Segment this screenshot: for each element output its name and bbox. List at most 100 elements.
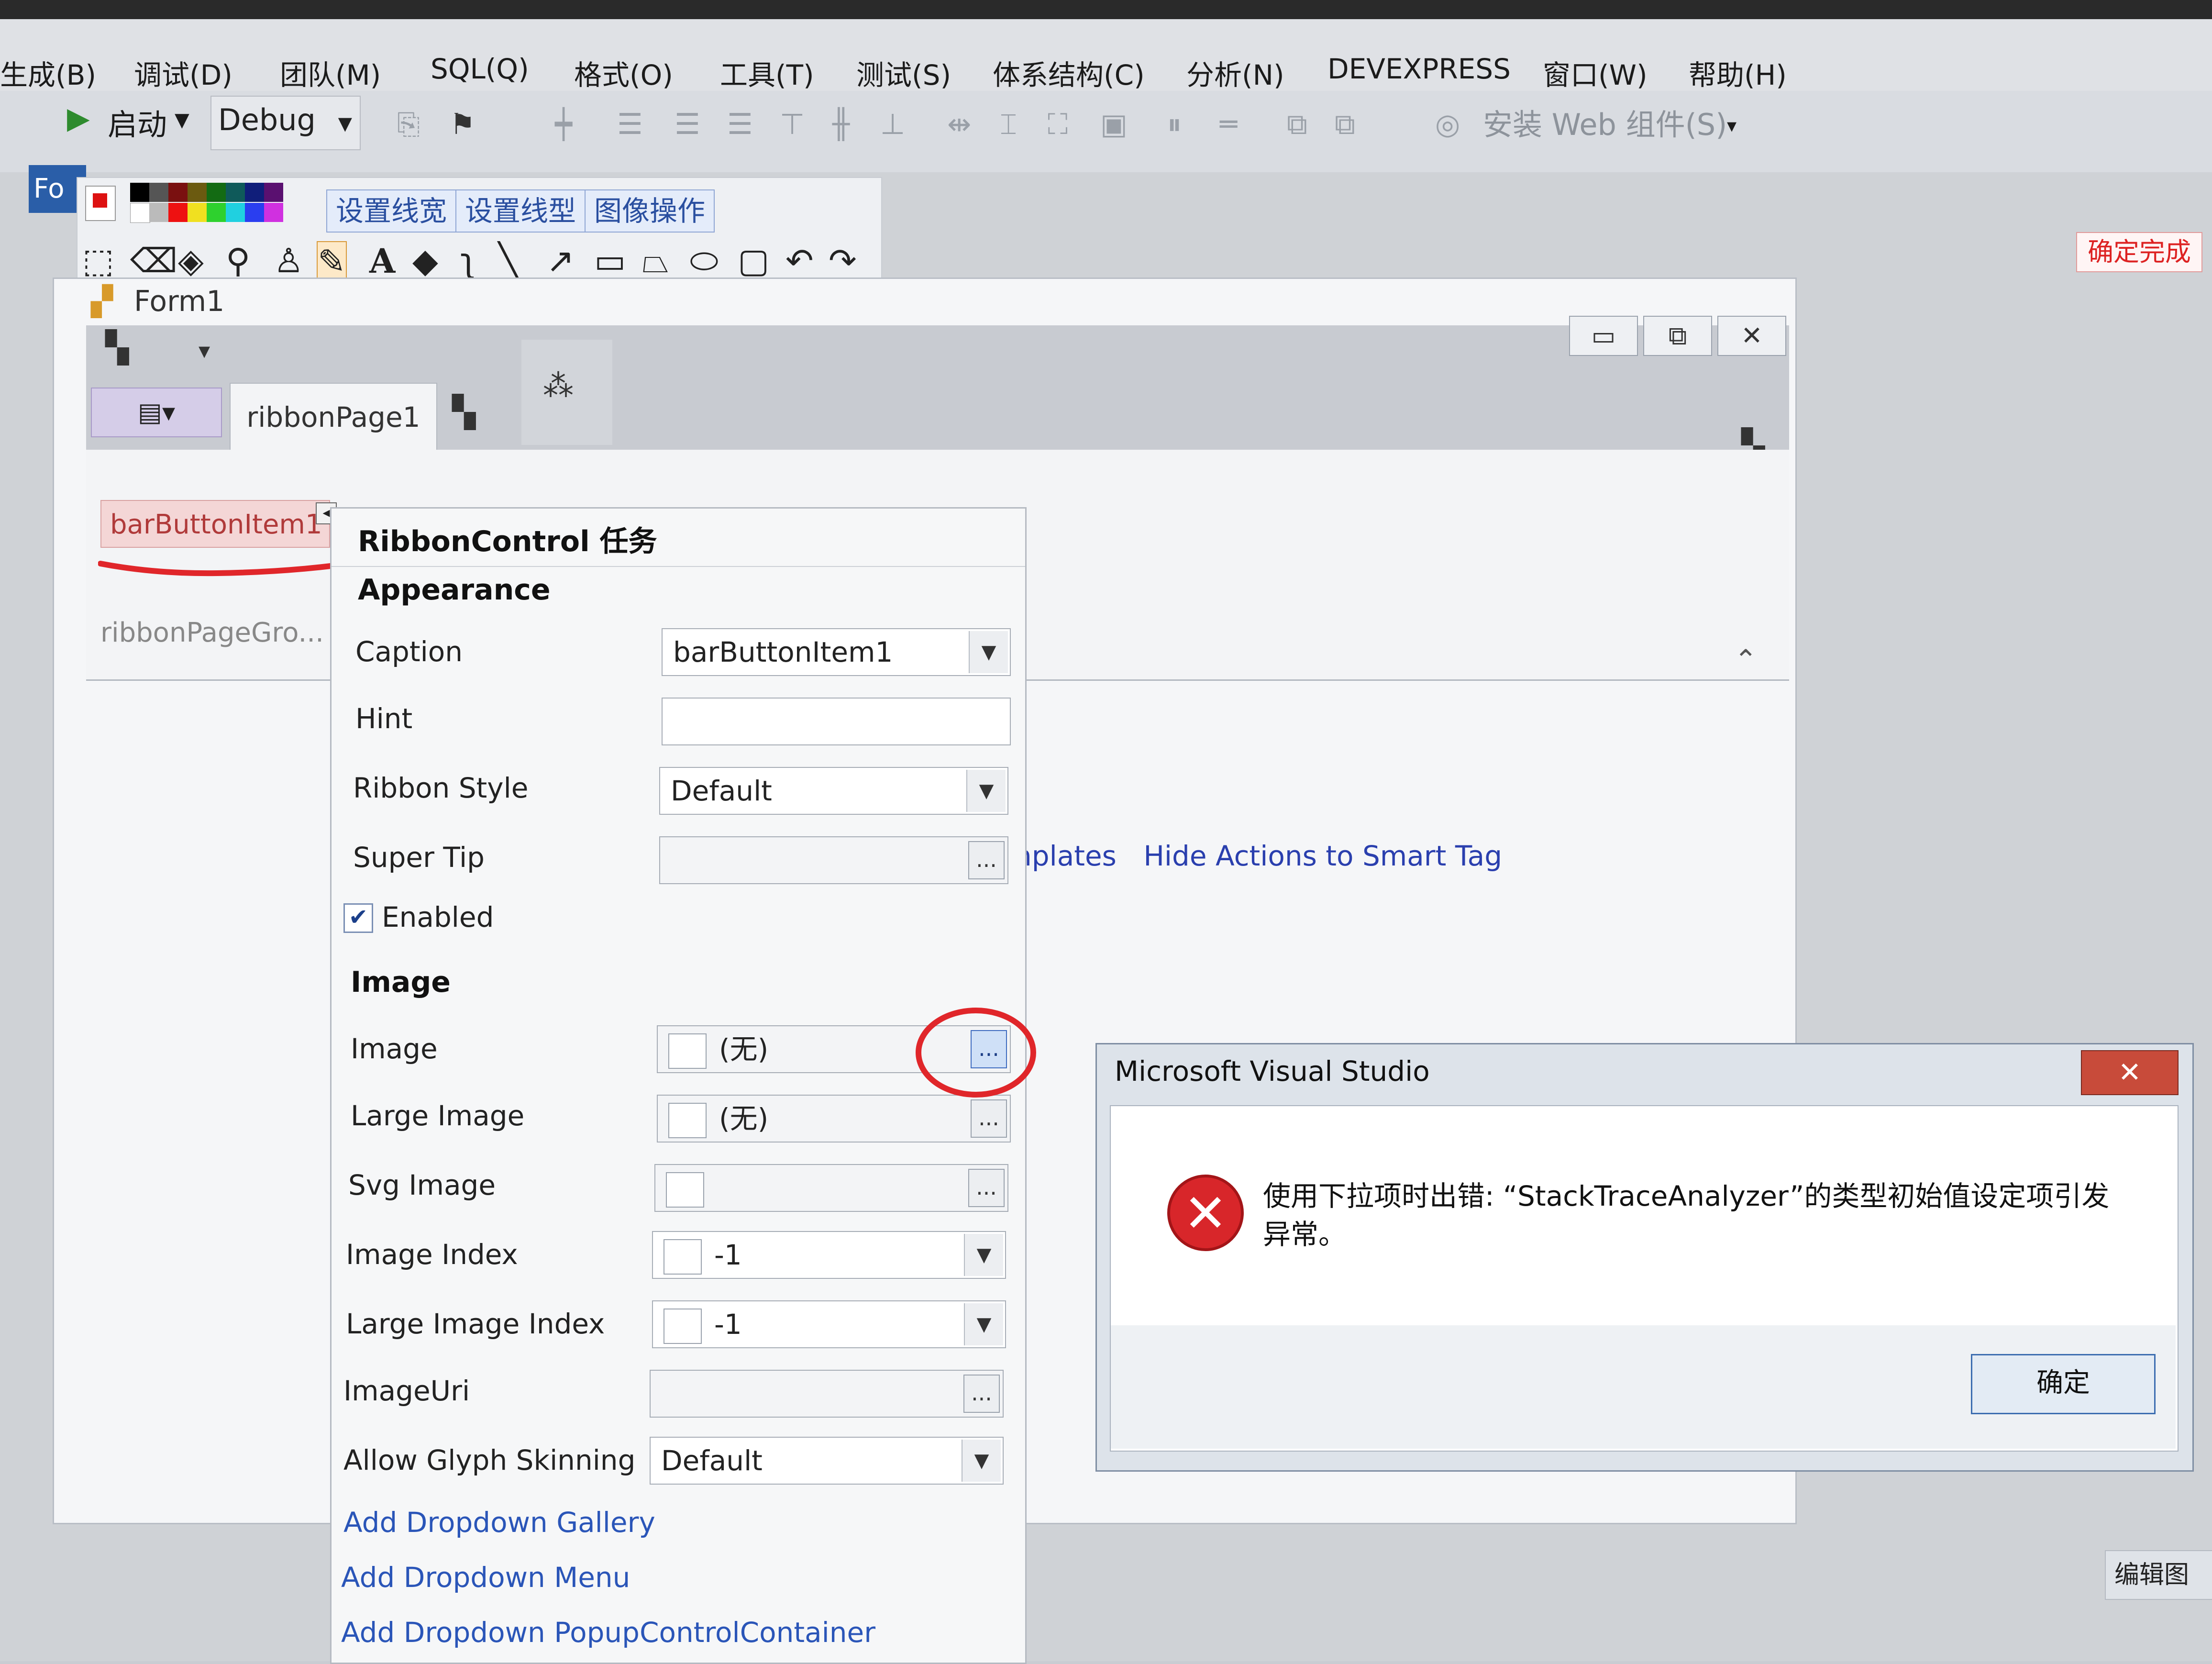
color-swatch[interactable] (188, 203, 207, 222)
start-button[interactable]: 启动 (108, 100, 167, 144)
add-category-button[interactable]: ⁂ (521, 340, 612, 445)
set-line-style-button[interactable]: 设置线型 (455, 189, 586, 233)
menu-item-sql[interactable]: SQL(Q) (431, 53, 529, 85)
color-swatch[interactable] (130, 183, 149, 202)
color-swatch[interactable] (264, 183, 283, 202)
color-swatch[interactable] (149, 203, 168, 222)
spacing-icon[interactable]: ⏸ (1167, 108, 1182, 141)
align-center-icon[interactable]: ☰ (675, 108, 700, 141)
spacing-icon[interactable]: ⇹ (947, 108, 971, 141)
align-icon[interactable]: ┿ (555, 108, 572, 141)
close-button[interactable]: ✕ (1717, 316, 1786, 356)
allow-glyph-skinning-select[interactable]: Default ▼ (650, 1437, 1004, 1485)
align-bottom-icon[interactable]: ⊥ (880, 108, 905, 141)
text-icon[interactable]: A (369, 241, 395, 281)
eyedropper-icon[interactable]: ⚲ (226, 241, 250, 280)
color-swatch[interactable] (245, 203, 264, 222)
chevron-down-icon[interactable]: ▼ (964, 1234, 1003, 1276)
chevron-down-icon[interactable]: ▼ (969, 631, 1008, 673)
dialog-ok-button[interactable]: 确定 (1971, 1354, 2156, 1414)
spacing-icon[interactable]: ═ (1220, 108, 1237, 141)
fill-bucket-icon[interactable]: ◆ (412, 241, 438, 280)
svg-image-ellipsis-button[interactable]: ... (968, 1169, 1005, 1207)
rounded-rectangle-icon[interactable]: ▢ (738, 241, 769, 280)
image-uri-field[interactable]: ... (650, 1370, 1004, 1418)
ribbon-style-select[interactable]: Default ▼ (659, 767, 1008, 815)
color-swatch[interactable] (130, 203, 150, 223)
align-left-icon[interactable]: ☰ (617, 108, 643, 141)
size-icon[interactable]: ⛶ (1048, 108, 1068, 141)
caption-field[interactable]: barButtonItem1 ▼ (662, 628, 1011, 676)
order-icon[interactable]: ⧉ (1287, 108, 1307, 141)
current-color-swatch[interactable] (85, 186, 116, 221)
menu-item-build[interactable]: 生成(B) (0, 53, 96, 93)
svg-image-field[interactable]: ... (654, 1164, 1008, 1212)
brush-icon[interactable]: ♙ (274, 241, 304, 280)
quick-access-dropdown-icon[interactable]: ▾ (199, 337, 210, 364)
curve-icon[interactable]: ʅ (460, 241, 476, 280)
quick-access-add-icon[interactable]: ▚ (105, 330, 129, 366)
application-button[interactable]: ▤▾ (91, 388, 222, 437)
ellipse-icon[interactable]: ⬭ (690, 241, 719, 281)
color-swatch[interactable] (226, 203, 245, 222)
add-dropdown-gallery-link[interactable]: Add Dropdown Gallery (343, 1506, 655, 1539)
super-tip-ellipsis-button[interactable]: ... (968, 841, 1005, 879)
menu-item-team[interactable]: 团队(M) (280, 53, 381, 93)
align-middle-icon[interactable]: ╫ (832, 108, 850, 141)
menu-item-devexpress[interactable]: DEVEXPRESS (1327, 53, 1511, 85)
menu-item-format[interactable]: 格式(O) (574, 53, 673, 93)
set-line-width-button[interactable]: 设置线宽 (326, 189, 457, 233)
start-dropdown-icon[interactable]: ▼ (175, 109, 189, 131)
maximize-button[interactable]: ⧉ (1643, 316, 1712, 356)
color-swatch[interactable] (149, 183, 168, 202)
pencil-icon[interactable]: ✎ (317, 241, 347, 282)
super-tip-field[interactable]: ... (659, 836, 1008, 884)
arrow-icon[interactable]: ↗ (546, 241, 575, 280)
image-operation-button[interactable]: 图像操作 (585, 189, 715, 233)
collapse-ribbon-icon[interactable]: ⌃ (1734, 643, 1758, 676)
hint-field[interactable] (662, 698, 1011, 745)
color-swatch[interactable] (168, 183, 188, 202)
select-icon[interactable]: ⬚ (82, 241, 114, 280)
size-icon[interactable]: ▣ (1100, 108, 1128, 141)
menu-item-window[interactable]: 窗口(W) (1543, 53, 1648, 93)
toolbar-glyph-icon[interactable]: ⎘ (397, 108, 420, 141)
menu-item-debug[interactable]: 调试(D) (134, 53, 232, 93)
add-page-icon[interactable]: ▚ (452, 395, 476, 430)
edit-tab[interactable]: 编辑图 (2105, 1550, 2212, 1600)
spacing-icon[interactable]: ⌶ (1000, 108, 1017, 141)
redo-icon[interactable]: ↷ (829, 241, 857, 280)
chevron-down-icon[interactable]: ▼ (962, 1440, 1001, 1482)
line-icon[interactable]: ╲ (498, 241, 519, 280)
rectangle-icon[interactable]: ▭ (594, 241, 626, 280)
color-swatch[interactable] (207, 183, 226, 202)
minimize-button[interactable]: ▭ (1569, 316, 1638, 356)
eraser-icon[interactable]: ⌫ (130, 241, 177, 280)
config-select[interactable]: Debug ▼ (210, 96, 361, 150)
toolbar-overflow-icon[interactable]: ▾ (1727, 115, 1736, 137)
chevron-down-icon[interactable]: ▼ (964, 1303, 1003, 1345)
color-swatch[interactable] (207, 203, 226, 222)
color-swatch[interactable] (245, 183, 264, 202)
add-dropdown-popup-container-link[interactable]: Add Dropdown PopupControlContainer (341, 1616, 875, 1649)
chevron-down-icon[interactable]: ▼ (966, 770, 1006, 812)
polygon-icon[interactable]: ⏢ (642, 241, 669, 281)
templates-link[interactable]: nplates (1014, 840, 1117, 872)
align-top-icon[interactable]: ⊤ (780, 108, 805, 141)
confirm-done-button[interactable]: 确定完成 (2076, 232, 2202, 272)
order-icon[interactable]: ⧉ (1335, 108, 1355, 141)
add-dropdown-menu-link[interactable]: Add Dropdown Menu (341, 1561, 630, 1594)
menu-item-tools[interactable]: 工具(T) (720, 53, 814, 93)
ribbon-page-tab[interactable]: ribbonPage1 (230, 383, 437, 451)
dialog-close-button[interactable]: ✕ (2081, 1050, 2179, 1095)
undo-icon[interactable]: ↶ (785, 241, 814, 280)
menu-item-analyze[interactable]: 分析(N) (1186, 53, 1284, 93)
hide-actions-link[interactable]: Hide Actions to Smart Tag (1143, 840, 1502, 872)
image-uri-ellipsis-button[interactable]: ... (963, 1375, 1000, 1413)
large-image-index-select[interactable]: -1 ▼ (652, 1300, 1006, 1348)
fill-icon[interactable]: ◈ (178, 241, 204, 280)
align-right-icon[interactable]: ☰ (727, 108, 753, 141)
large-image-ellipsis-button[interactable]: ... (971, 1099, 1007, 1138)
toolbar-glyph-icon[interactable]: ⚑ (450, 108, 476, 141)
color-swatch[interactable] (188, 183, 207, 202)
